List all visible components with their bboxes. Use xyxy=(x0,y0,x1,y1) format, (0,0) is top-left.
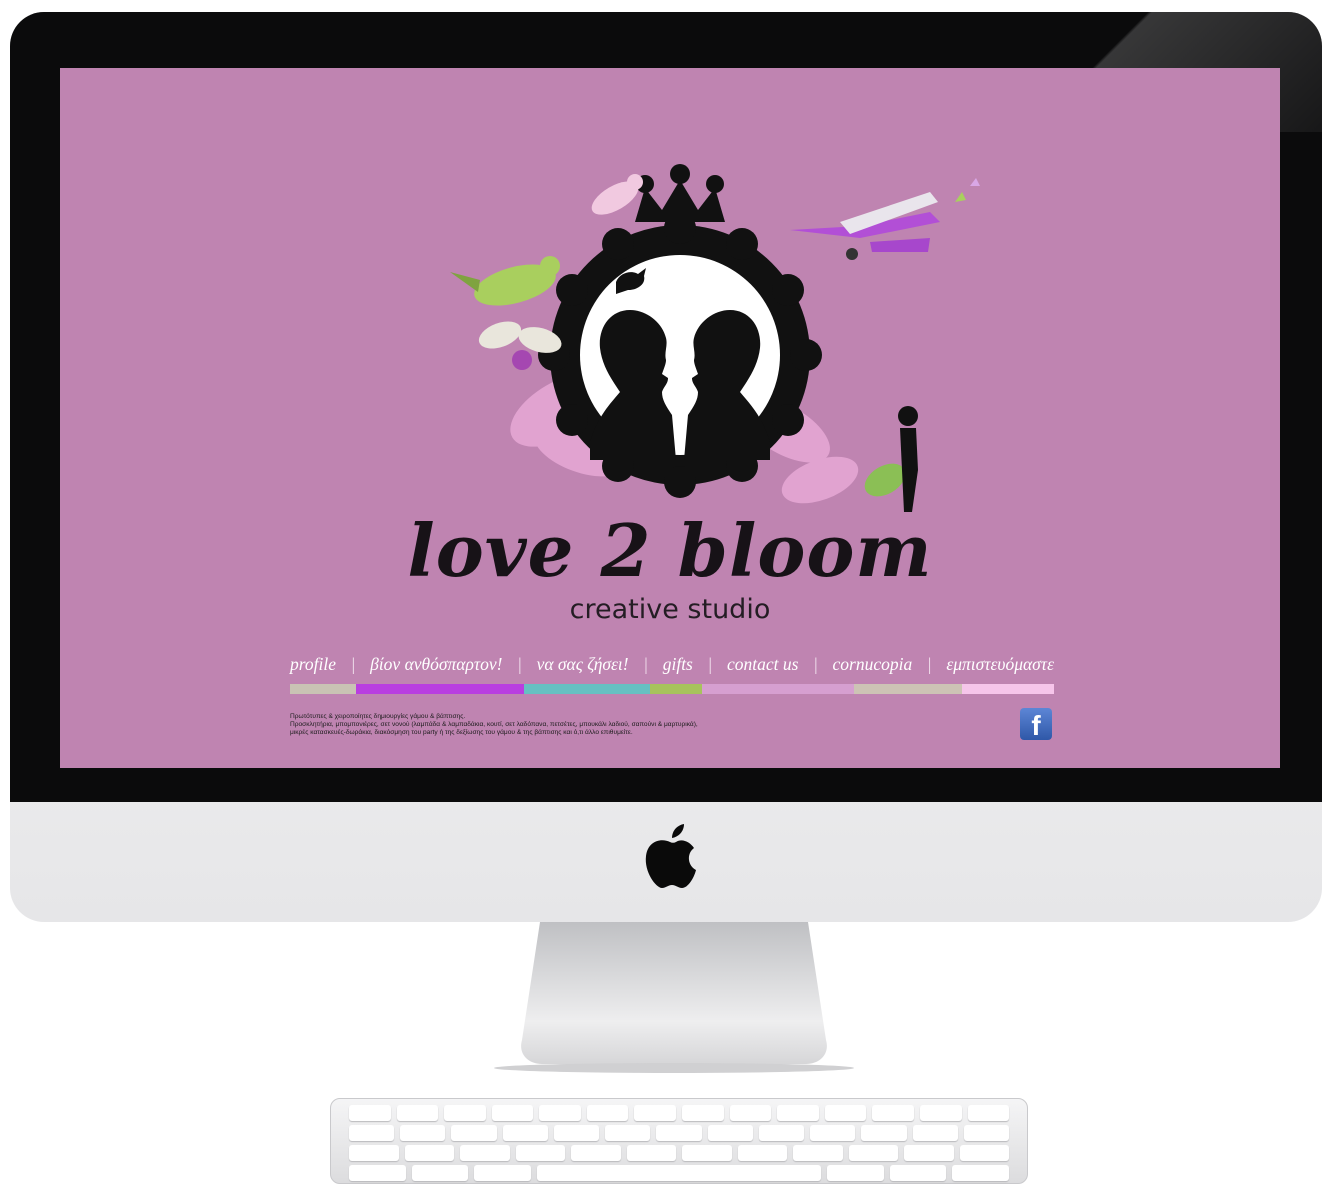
key-row xyxy=(349,1105,1010,1121)
nav-color-bar xyxy=(290,684,1054,694)
keyboard xyxy=(330,1098,1028,1184)
imac-stand xyxy=(494,922,854,1073)
nav-item-vion-anthosparton[interactable]: βίον ανθόσπαρτον! xyxy=(370,654,502,675)
key xyxy=(967,1105,1010,1121)
key xyxy=(586,1105,629,1121)
apple-icon xyxy=(645,824,696,888)
nav-item-empisteuomaste[interactable]: εμπιστευόμαστε xyxy=(946,654,1054,675)
key xyxy=(400,1125,446,1141)
key xyxy=(571,1145,621,1161)
key xyxy=(848,1145,898,1161)
key xyxy=(872,1105,914,1121)
key xyxy=(444,1105,486,1121)
key xyxy=(349,1125,395,1141)
footer-line: Προσκλητήρια, μπομπονιέρες, σετ νονού (λ… xyxy=(290,721,698,728)
key xyxy=(682,1105,724,1121)
color-segment xyxy=(290,684,356,694)
key xyxy=(396,1105,439,1121)
key xyxy=(553,1125,600,1141)
key xyxy=(605,1125,651,1141)
key xyxy=(826,1165,884,1181)
key xyxy=(404,1145,454,1161)
airplane-illustration xyxy=(790,178,980,260)
key xyxy=(682,1145,732,1161)
key xyxy=(349,1105,391,1121)
color-segment xyxy=(702,684,854,694)
key xyxy=(952,1165,1010,1181)
color-segment xyxy=(356,684,524,694)
key xyxy=(411,1165,469,1181)
nav-item-profile[interactable]: profile xyxy=(290,654,336,675)
key-row xyxy=(349,1145,1009,1161)
brand-title: love 2 bloom xyxy=(407,508,933,593)
facebook-icon[interactable]: f xyxy=(1020,708,1052,741)
key-row xyxy=(349,1125,1010,1141)
key xyxy=(634,1105,677,1121)
key xyxy=(810,1125,856,1141)
key xyxy=(460,1145,510,1161)
key xyxy=(904,1145,954,1161)
key xyxy=(737,1145,787,1161)
key xyxy=(758,1125,805,1141)
key xyxy=(515,1145,565,1161)
key xyxy=(656,1125,702,1141)
imac-monitor: love 2 bloom creative studio profile | β… xyxy=(10,12,1322,922)
nav-item-contact-us[interactable]: contact us xyxy=(727,654,798,675)
website-screen: love 2 bloom creative studio profile | β… xyxy=(60,68,1280,768)
key xyxy=(889,1165,947,1181)
key xyxy=(539,1105,581,1121)
footer-description: Πρωτότυπες & χειροποίητες δημιουργίες γά… xyxy=(290,713,930,737)
key xyxy=(502,1125,548,1141)
key xyxy=(349,1145,399,1161)
nav-item-na-sas-zisei[interactable]: να σας ζήσει! xyxy=(537,654,629,675)
key xyxy=(793,1145,843,1161)
key xyxy=(963,1125,1010,1141)
key xyxy=(626,1145,676,1161)
footer-line: Πρωτότυπες & χειροποίητες δημιουργίες γά… xyxy=(290,713,466,720)
nav-item-cornucopia[interactable]: cornucopia xyxy=(833,654,913,675)
color-segment xyxy=(524,684,650,694)
key xyxy=(861,1125,907,1141)
nav-separator: | xyxy=(350,654,356,674)
key xyxy=(777,1105,819,1121)
key xyxy=(349,1165,406,1181)
brand-subtitle: creative studio xyxy=(569,594,771,625)
key xyxy=(959,1145,1009,1161)
nav-item-gifts[interactable]: gifts xyxy=(663,654,693,675)
footer-line: μικρές κατασκευές-δωράκια, διακόσμηση το… xyxy=(290,729,633,736)
boy-silhouette xyxy=(898,406,918,512)
main-nav: profile | βίον ανθόσπαρτον! | να σας ζήσ… xyxy=(290,654,1054,675)
key xyxy=(474,1165,532,1181)
color-segment xyxy=(962,684,1054,694)
key xyxy=(824,1105,867,1121)
nav-separator: | xyxy=(643,654,649,674)
nav-separator: | xyxy=(813,654,818,674)
key xyxy=(451,1125,497,1141)
key-row xyxy=(349,1165,1010,1181)
key xyxy=(491,1105,534,1121)
crown-icon xyxy=(635,164,725,222)
key xyxy=(919,1105,962,1121)
nav-separator: | xyxy=(707,654,713,674)
spacebar-key xyxy=(537,1165,821,1181)
nav-separator: | xyxy=(517,654,522,674)
key xyxy=(707,1125,753,1141)
color-segment xyxy=(650,684,702,694)
key xyxy=(912,1125,958,1141)
key xyxy=(729,1105,772,1121)
color-segment xyxy=(854,684,962,694)
nav-separator: | xyxy=(926,654,932,674)
